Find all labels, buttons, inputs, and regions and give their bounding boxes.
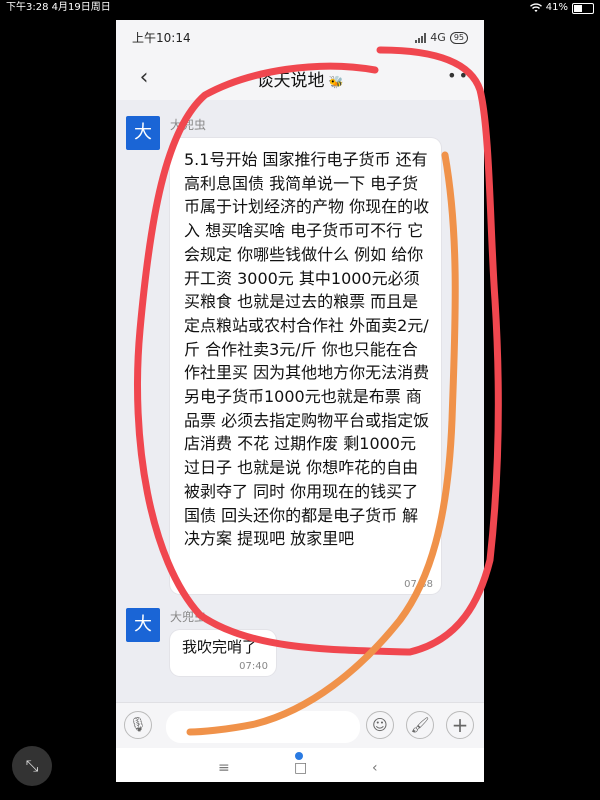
- input-bar: 🎙 ☺ 🖌 +: [116, 702, 484, 749]
- bee-icon: 🐝: [328, 75, 344, 89]
- sender-name: 大兜虫: [170, 118, 207, 132]
- home-icon[interactable]: □: [294, 760, 307, 776]
- phone-time: 上午10:14: [132, 31, 191, 45]
- signal-icon: [415, 33, 427, 43]
- message-input[interactable]: [166, 711, 360, 743]
- sender-name: 大兜虫: [170, 610, 207, 624]
- ipad-time-date: 下午3:28 4月19日周日: [6, 2, 111, 13]
- brush-icon[interactable]: 🖌: [406, 711, 434, 739]
- phone-status-bar: 上午10:14 4G 95: [116, 20, 484, 56]
- collapse-expand-icon[interactable]: ⤡: [12, 746, 52, 786]
- system-nav-bar: ≡ □ ‹: [116, 748, 484, 782]
- wifi-icon: [529, 3, 542, 12]
- menu-icon[interactable]: ≡: [218, 760, 230, 776]
- microphone-icon[interactable]: 🎙: [124, 711, 152, 739]
- message-text: 5.1号开始 国家推行电子货币 还有高利息国债 我简单说一下 电子货币属于计划经…: [184, 150, 430, 549]
- chat-area[interactable]: 大 大兜虫 5.1号开始 国家推行电子货币 还有高利息国债 我简单说一下 电子货…: [116, 100, 484, 702]
- more-options-icon[interactable]: ••: [447, 66, 470, 85]
- plus-icon[interactable]: +: [446, 711, 474, 739]
- emoji-icon[interactable]: ☺: [366, 711, 394, 739]
- sender-avatar[interactable]: 大: [126, 608, 160, 642]
- message-time: 07:40: [239, 661, 268, 672]
- ipad-status-bar: 下午3:28 4月19日周日 41%: [0, 0, 600, 16]
- message-bubble[interactable]: 我吹完哨了 07:40: [170, 630, 276, 676]
- page-indicator-dot: [295, 752, 303, 760]
- message-bubble[interactable]: 5.1号开始 国家推行电子货币 还有高利息国债 我简单说一下 电子货币属于计划经…: [170, 138, 441, 594]
- chat-title: 谈天说地: [256, 71, 325, 91]
- phone-screenshot: 上午10:14 4G 95 ‹ 谈天说地 🐝 •• 大 大兜虫 5.1号开始 国家…: [116, 20, 484, 782]
- message-time: 07:38: [404, 579, 433, 590]
- nav-back-icon[interactable]: ‹: [372, 760, 378, 776]
- battery-icon: [572, 2, 594, 14]
- message-text: 我吹完哨了: [182, 638, 258, 656]
- network-type: 4G: [430, 31, 446, 44]
- phone-battery: 95: [449, 32, 468, 44]
- battery-percent: 41%: [545, 2, 568, 13]
- chat-title-bar: ‹ 谈天说地 🐝 ••: [116, 56, 484, 100]
- sender-avatar[interactable]: 大: [126, 116, 160, 150]
